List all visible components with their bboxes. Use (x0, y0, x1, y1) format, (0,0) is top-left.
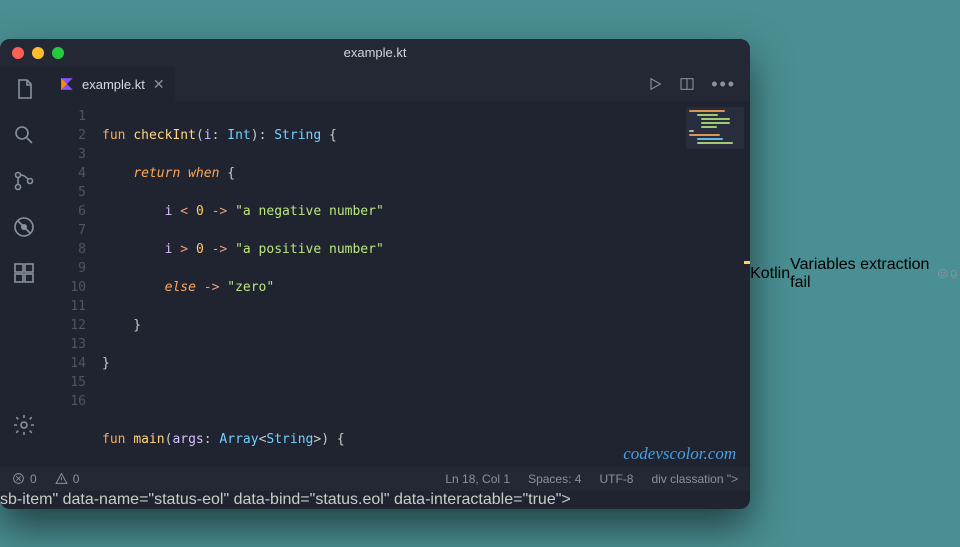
status-warnings[interactable]: 0 (55, 472, 80, 486)
tab-bar: example.kt ✕ ••• (48, 67, 750, 101)
status-cursor-position[interactable]: Ln 18, Col 1 (445, 472, 510, 486)
titlebar: example.kt (0, 39, 750, 67)
tab-example-kt[interactable]: example.kt ✕ (48, 67, 175, 101)
tab-filename: example.kt (82, 77, 145, 92)
status-language[interactable]: Kotlin (750, 265, 790, 283)
error-icon (12, 472, 25, 485)
status-encoding[interactable]: UTF-8 (599, 472, 633, 486)
settings-gear-icon[interactable] (12, 413, 36, 437)
watermark: codevscolor.com (623, 444, 736, 463)
status-errors[interactable]: 0 (12, 472, 37, 486)
minimap[interactable] (686, 107, 744, 149)
activity-bar (0, 67, 48, 467)
code-editor[interactable]: 12345678910111213141516 fun checkInt(i: … (48, 101, 750, 467)
warning-icon (55, 472, 68, 485)
tab-close-icon[interactable]: ✕ (153, 77, 165, 91)
status-bar: 0 0 Ln 18, Col 1 Spaces: 4 UTF-8 div cla… (0, 467, 750, 491)
status-extra[interactable]: Variables extraction fail (790, 256, 937, 292)
search-icon[interactable] (12, 123, 36, 147)
editor-actions: ••• (647, 67, 750, 101)
window-body: example.kt ✕ ••• 12345678910111213141516… (0, 67, 750, 467)
source-control-icon[interactable] (12, 169, 36, 193)
extensions-icon[interactable] (12, 261, 36, 285)
notifications-bell-icon[interactable] (948, 267, 960, 280)
window-title: example.kt (0, 45, 750, 60)
code-content[interactable]: fun checkInt(i: Int): String { return wh… (102, 101, 750, 467)
editor-window: example.kt example.kt ✕ (0, 39, 750, 509)
line-number-gutter: 12345678910111213141516 (48, 101, 102, 467)
split-editor-icon[interactable] (679, 76, 695, 92)
feedback-smiley-icon[interactable] (937, 267, 949, 280)
kotlin-file-icon (60, 77, 74, 91)
debug-icon[interactable] (12, 215, 36, 239)
run-icon[interactable] (647, 76, 663, 92)
explorer-icon[interactable] (12, 77, 36, 101)
more-actions-icon[interactable]: ••• (711, 75, 736, 93)
overview-ruler-marker (744, 261, 750, 264)
editor-main: example.kt ✕ ••• 12345678910111213141516… (48, 67, 750, 467)
status-indentation[interactable]: Spaces: 4 (528, 472, 581, 486)
